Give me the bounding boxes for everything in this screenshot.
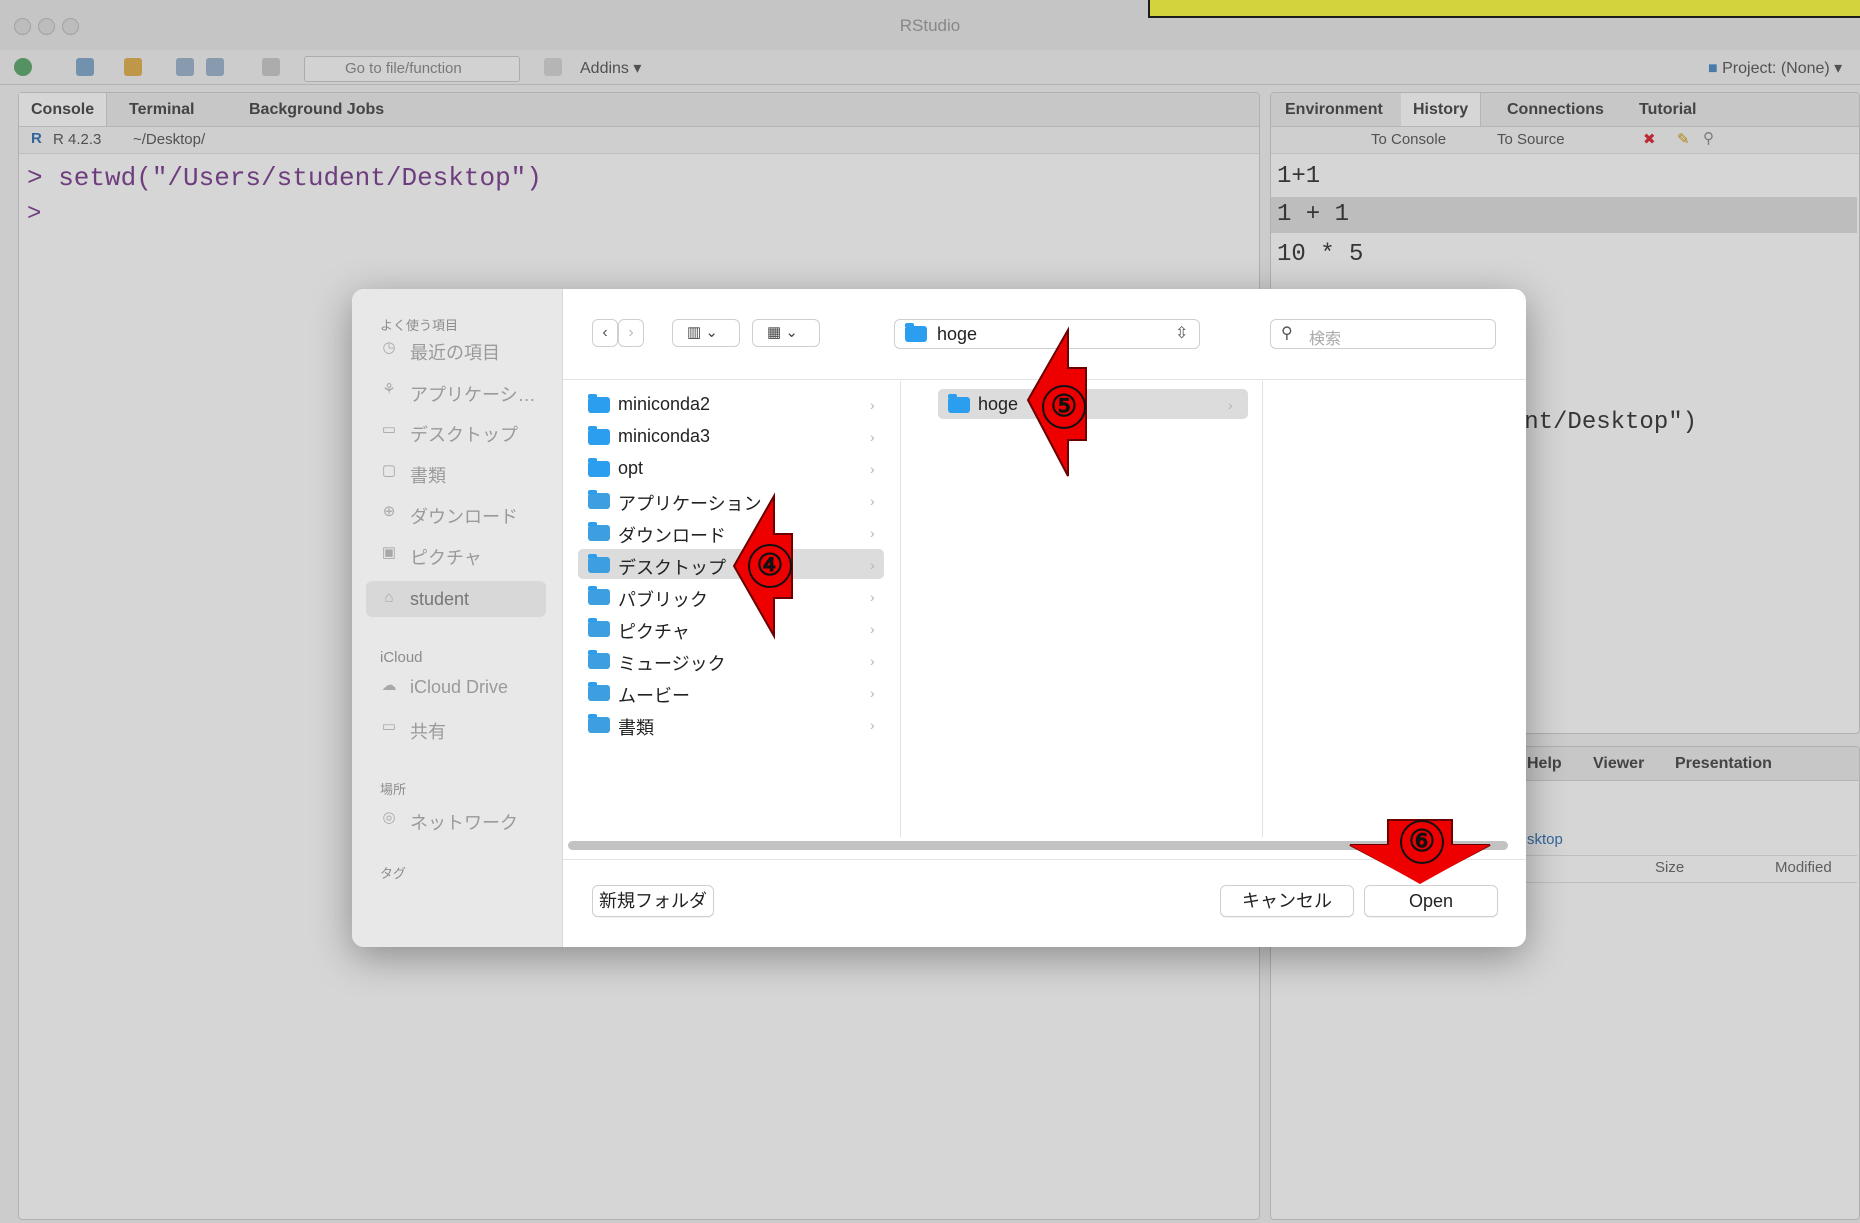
step6-label: ⑥ (1400, 820, 1444, 864)
annotation-layer (732, 326, 1491, 884)
step4-label: ④ (748, 544, 792, 588)
step5-label: ⑤ (1042, 385, 1086, 429)
